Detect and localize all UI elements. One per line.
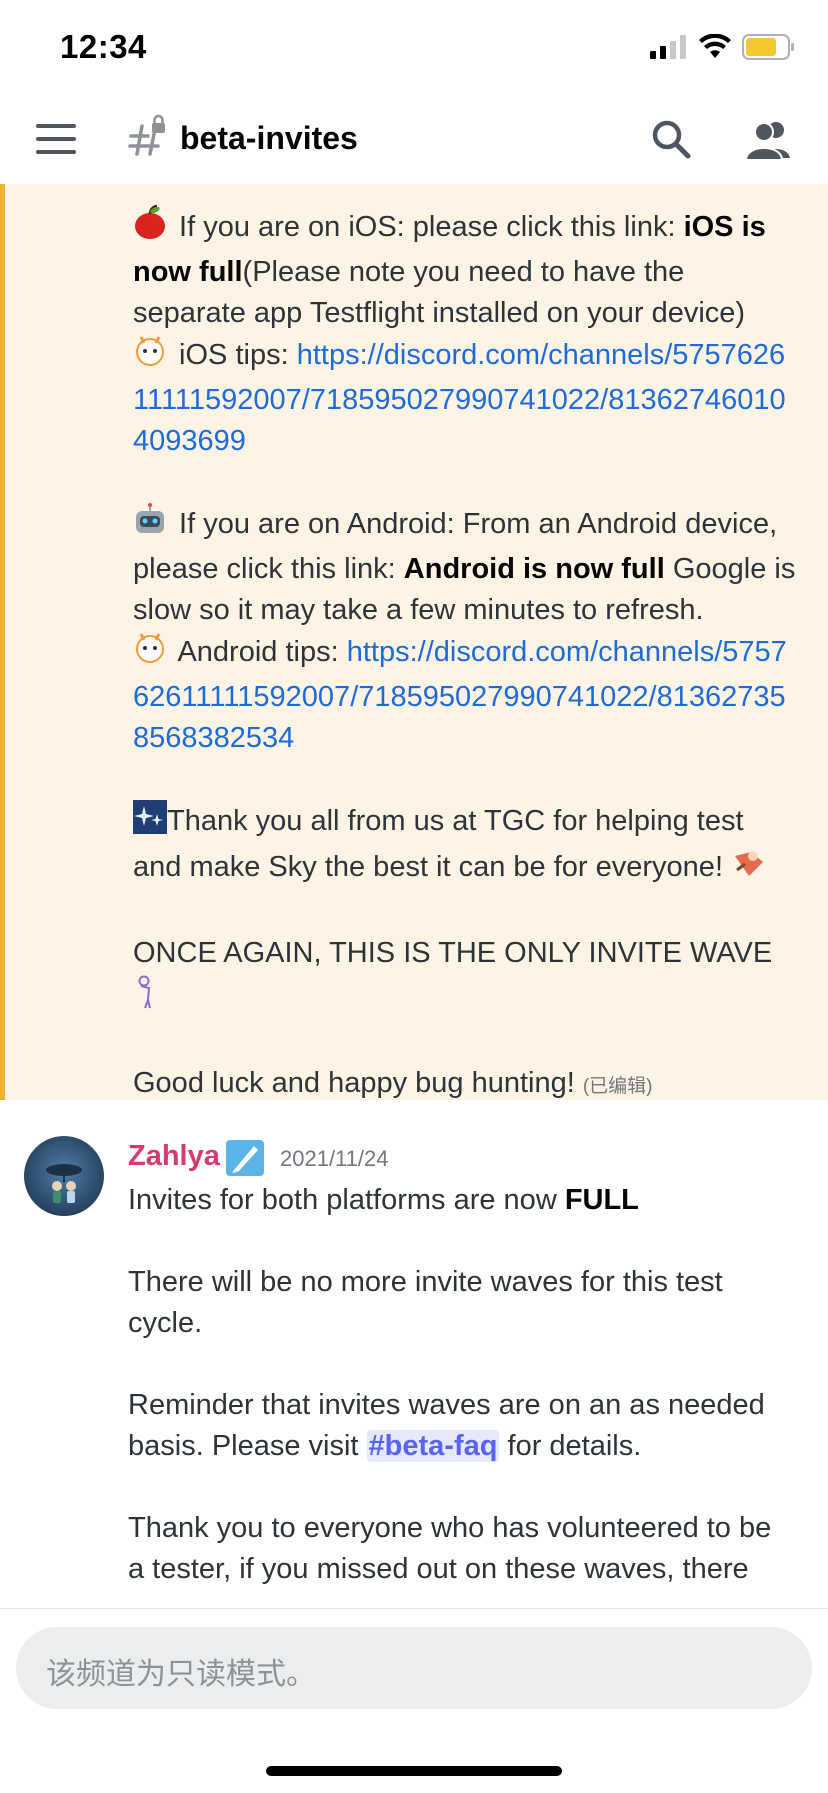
android-paragraph: If you are on Android: From an Android d… (133, 503, 799, 759)
message-content-2: Invites for both platforms are now FULL … (128, 1180, 794, 1590)
highlighted-message: If you are on iOS: please click this lin… (0, 184, 828, 1100)
home-indicator[interactable] (266, 1766, 562, 1776)
edited-label: (已编辑) (582, 1076, 653, 1097)
good-luck-text: Good luck and happy bug hunting! (133, 1067, 575, 1099)
full-bold: FULL (564, 1184, 639, 1216)
status-time: 12:34 (60, 28, 147, 65)
once-again-paragraph: ONCE AGAIN, THIS IS THE ONLY INVITE WAVE (133, 933, 799, 1022)
reminder-suffix: for details. (499, 1430, 642, 1462)
cellular-signal-icon (650, 35, 686, 59)
thanks-paragraph: Thank you all from us at TGC for helping… (133, 800, 799, 892)
full-paragraph: Invites for both platforms are now FULL (128, 1180, 794, 1221)
search-icon[interactable] (650, 118, 694, 162)
thank-you-paragraph: Thank you to everyone who has volunteere… (128, 1512, 772, 1585)
message-content: If you are on iOS: please click this lin… (133, 204, 799, 1107)
once-again-text: ONCE AGAIN, THIS IS THE ONLY INVITE WAVE (133, 937, 773, 969)
hamburger-icon[interactable] (36, 124, 76, 154)
message-author[interactable]: Zahlya (128, 1140, 220, 1173)
tips-emoji (133, 334, 167, 380)
ios-line-prefix: If you are on iOS: please click this lin… (171, 211, 684, 243)
tips-emoji (133, 631, 167, 677)
channel-header: beta-invites (0, 96, 828, 186)
beta-faq-channel-link[interactable]: #beta-faq (366, 1430, 500, 1462)
message-input[interactable]: 该频道为只读模式。 (16, 1627, 812, 1709)
robot-emoji (133, 503, 167, 549)
no-more-waves-paragraph: There will be no more invite waves for t… (128, 1266, 723, 1339)
wifi-icon (699, 34, 731, 58)
message-input-placeholder: 该频道为只读模式。 (46, 1658, 316, 1691)
apple-emoji (133, 204, 167, 252)
message-timestamp: 2021/11/24 (280, 1146, 389, 1171)
flying-emoji (731, 846, 767, 892)
ios-tips-label: iOS tips: (171, 339, 297, 371)
sparkle-emoji (133, 800, 167, 846)
members-icon[interactable] (744, 118, 792, 162)
status-bar: 12:34 (0, 0, 828, 96)
ios-paragraph: If you are on iOS: please click this lin… (133, 204, 799, 462)
channel-title: beta-invites (180, 120, 358, 156)
reminder-paragraph: Reminder that invites waves are on an as… (128, 1385, 794, 1467)
android-tips-label: Android tips: (171, 636, 347, 668)
android-full-link[interactable]: Android is now full (404, 553, 665, 585)
bowing-emoji (133, 974, 157, 1022)
role-icon (226, 1140, 264, 1176)
good-luck-paragraph: Good luck and happy bug hunting! (已编辑) (133, 1063, 799, 1107)
battery-icon (742, 34, 794, 60)
locked-hash-icon (128, 114, 165, 156)
status-icons (650, 34, 796, 60)
thanks-text: Thank you all from us at TGC for helping… (133, 805, 744, 883)
full-line-prefix: Invites for both platforms are now (128, 1184, 565, 1216)
avatar[interactable] (24, 1136, 104, 1216)
